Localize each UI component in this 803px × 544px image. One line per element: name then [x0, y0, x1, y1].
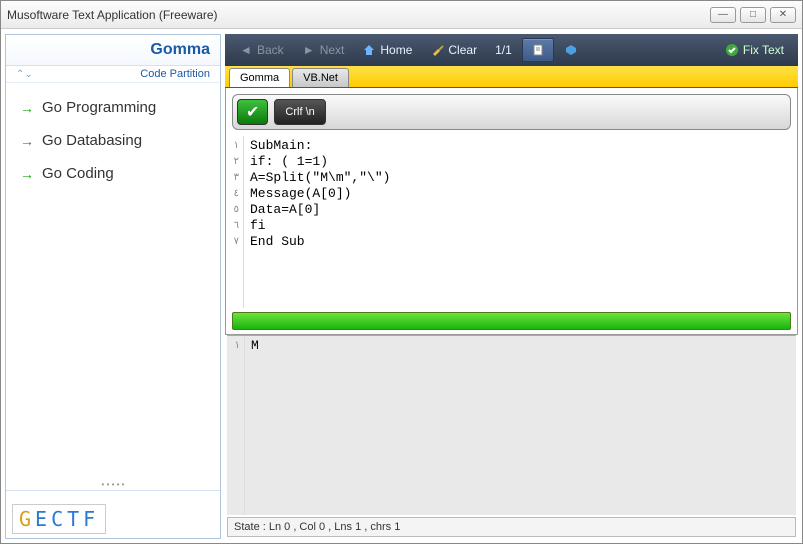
- arrow-right-icon: →: [20, 166, 34, 182]
- check-circle-icon: [725, 43, 739, 57]
- sidebar: Gomma ⌃⌄ Code Partition → Go Programming…: [5, 34, 221, 539]
- output-panel[interactable]: ١ M: [227, 335, 796, 515]
- maximize-button[interactable]: □: [740, 7, 766, 23]
- progress-bar: [232, 312, 791, 330]
- crlf-button[interactable]: Crlf \n: [274, 99, 325, 125]
- home-button[interactable]: Home: [354, 39, 420, 61]
- arrow-right-icon: ►: [302, 43, 316, 57]
- sidebar-item-programming[interactable]: → Go Programming: [10, 91, 216, 124]
- clear-button[interactable]: Clear: [422, 39, 485, 61]
- sidebar-header: Gomma: [6, 35, 220, 66]
- fix-text-button[interactable]: Fix Text: [717, 39, 792, 61]
- arrow-right-icon: →: [20, 133, 34, 149]
- sidebar-subheader[interactable]: ⌃⌄ Code Partition: [6, 66, 220, 83]
- output-content: M: [245, 336, 796, 515]
- arrow-left-icon: ◄: [239, 43, 253, 57]
- sidebar-subheading: Code Partition: [140, 68, 210, 80]
- main-toolbar: ◄ Back ► Next Home Clear 1/1: [225, 34, 798, 66]
- status-bar: State : Ln 0 , Col 0 , Lns 1 , chrs 1: [227, 517, 796, 537]
- check-icon: ✔: [246, 102, 259, 122]
- titlebar: Musoftware Text Application (Freeware) —…: [1, 1, 802, 29]
- document-icon: [531, 43, 545, 57]
- page-counter: 1/1: [487, 39, 520, 61]
- minimize-button[interactable]: —: [710, 7, 736, 23]
- line-gutter: ١ ٢ ٣ ٤ ٥ ٦ ٧: [226, 136, 244, 308]
- chevron-updown-icon: ⌃⌄: [16, 69, 33, 80]
- editor-toolbar: ✔ Crlf \n: [232, 94, 791, 130]
- next-button[interactable]: ► Next: [294, 39, 353, 61]
- arrow-right-icon: →: [20, 100, 34, 116]
- settings-button[interactable]: [556, 39, 586, 61]
- grip-dots-icon[interactable]: • • • • •: [12, 480, 214, 489]
- sidebar-item-coding[interactable]: → Go Coding: [10, 157, 216, 190]
- home-icon: [362, 43, 376, 57]
- window-title: Musoftware Text Application (Freeware): [7, 8, 710, 22]
- output-gutter: ١: [227, 336, 245, 515]
- close-button[interactable]: ✕: [770, 7, 796, 23]
- sidebar-item-label: Go Databasing: [42, 132, 142, 149]
- logo: GECTF: [12, 504, 106, 534]
- code-editor[interactable]: ١ ٢ ٣ ٤ ٥ ٦ ٧ SubMain: if: ( 1=1) A=Spli…: [226, 136, 797, 308]
- document-button[interactable]: [522, 38, 554, 62]
- sidebar-item-databasing[interactable]: → Go Databasing: [10, 124, 216, 157]
- run-button[interactable]: ✔: [237, 99, 268, 125]
- status-text: State : Ln 0 , Col 0 , Lns 1 , chrs 1: [234, 521, 400, 533]
- back-button[interactable]: ◄ Back: [231, 39, 292, 61]
- sidebar-footer: • • • • • GECTF: [6, 490, 220, 538]
- sidebar-item-label: Go Programming: [42, 99, 156, 116]
- broom-icon: [430, 43, 444, 57]
- tab-strip: Gomma VB.Net: [225, 66, 798, 88]
- hexagon-icon: [564, 43, 578, 57]
- sidebar-item-label: Go Coding: [42, 165, 114, 182]
- sidebar-heading: Gomma: [16, 41, 210, 59]
- code-content[interactable]: SubMain: if: ( 1=1) A=Split("M\m","\") M…: [244, 136, 797, 308]
- tab-gomma[interactable]: Gomma: [229, 68, 290, 87]
- tab-vbnet[interactable]: VB.Net: [292, 68, 349, 87]
